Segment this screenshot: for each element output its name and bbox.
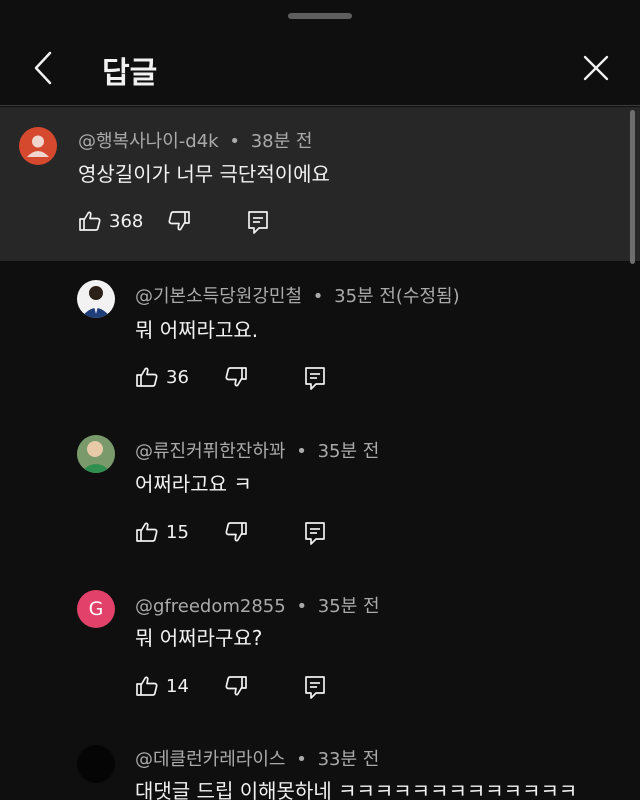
thumbs-down-icon — [225, 522, 247, 542]
reply-time: 35분 전 — [317, 441, 380, 462]
comment-time: 38분 전 — [250, 131, 313, 152]
thumbs-up-icon — [136, 676, 158, 696]
avatar[interactable] — [19, 127, 57, 165]
scrollbar[interactable] — [630, 110, 635, 264]
chevron-left-icon — [34, 51, 52, 85]
avatar[interactable] — [77, 280, 115, 318]
thumbs-up-icon — [136, 522, 158, 542]
thumbs-down-icon — [168, 211, 190, 231]
like-count: 368 — [109, 211, 144, 232]
reply-actions: 36 — [135, 365, 335, 395]
comment-meta: @행복사나이-d4k • 38분 전 — [78, 127, 312, 153]
avatar-letter: G — [88, 598, 104, 620]
reply-text: 뭐 어쩌라고요. — [135, 318, 259, 342]
comment-icon — [305, 676, 325, 699]
comment-text: 영상길이가 너무 극단적이에요 — [78, 162, 330, 186]
meta-separator: • — [296, 596, 308, 617]
reply-meta: @기본소득당원강민철 • 35분 전(수정됨) — [135, 282, 460, 308]
reply-actions: 15 — [135, 520, 335, 550]
reply-actions: 14 — [135, 674, 335, 704]
reply-time: 33분 전 — [317, 749, 380, 770]
thumbs-down-icon — [225, 676, 247, 696]
close-icon — [583, 55, 609, 81]
thumbs-up-icon — [79, 211, 101, 231]
reply-author[interactable]: @류진커퓌한잔하꽈 — [135, 441, 285, 462]
dislike-button[interactable] — [167, 209, 191, 237]
comment-author[interactable]: @행복사나이-d4k — [78, 131, 219, 152]
header: 답글 — [0, 30, 640, 106]
comment-actions: 368 — [78, 209, 278, 239]
reply-time: 35분 전 — [317, 596, 380, 617]
reply-button[interactable] — [303, 365, 327, 395]
like-button[interactable] — [135, 674, 159, 702]
meta-separator: • — [312, 286, 324, 307]
reply-meta: @데클런카레라이스 • 33분 전 — [135, 745, 379, 771]
person-photo-icon — [77, 435, 115, 473]
reply-author[interactable]: @gfreedom2855 — [135, 596, 286, 617]
default-avatar-icon — [27, 135, 49, 157]
reply-button[interactable] — [246, 209, 270, 239]
close-button[interactable] — [580, 52, 612, 84]
dislike-button[interactable] — [224, 365, 248, 393]
comment-icon — [305, 522, 325, 545]
comment-icon — [305, 367, 325, 390]
reply-author[interactable]: @기본소득당원강민철 — [135, 286, 302, 307]
like-count: 36 — [166, 367, 189, 388]
meta-separator: • — [296, 749, 307, 770]
comment-icon — [248, 211, 268, 234]
reply-meta: @gfreedom2855 • 35분 전 — [135, 592, 380, 618]
reply-text: 뭐 어쩌라구요? — [135, 626, 263, 650]
dislike-button[interactable] — [224, 674, 248, 702]
person-photo-icon — [81, 286, 111, 318]
dislike-button[interactable] — [224, 520, 248, 548]
avatar[interactable]: G — [77, 590, 115, 628]
reply-time: 35분 전(수정됨) — [334, 286, 460, 307]
drag-handle[interactable] — [288, 13, 352, 19]
thumbs-down-icon — [225, 367, 247, 387]
thumbs-up-icon — [136, 367, 158, 387]
reply-meta: @류진커퓌한잔하꽈 • 35분 전 — [135, 437, 379, 463]
page-title: 답글 — [102, 56, 158, 91]
like-button[interactable] — [78, 209, 102, 237]
like-count: 15 — [166, 522, 189, 543]
reply-author[interactable]: @데클런카레라이스 — [135, 749, 285, 770]
meta-separator: • — [229, 131, 240, 152]
back-button[interactable] — [28, 50, 60, 86]
reply-button[interactable] — [303, 520, 327, 550]
reply-button[interactable] — [303, 674, 327, 704]
like-count: 14 — [166, 676, 189, 697]
meta-separator: • — [296, 441, 307, 462]
like-button[interactable] — [135, 520, 159, 548]
reply-text: 대댓글 드립 이해못하네 ㅋㅋㅋㅋㅋㅋㅋㅋㅋㅋㅋㅋㅋ — [135, 779, 578, 800]
avatar[interactable] — [77, 435, 115, 473]
reply-text: 어쩌라고요 ㅋ — [135, 472, 252, 496]
like-button[interactable] — [135, 365, 159, 393]
parent-comment: @행복사나이-d4k • 38분 전 영상길이가 너무 극단적이에요 368 — [0, 107, 640, 261]
avatar[interactable] — [77, 745, 115, 783]
